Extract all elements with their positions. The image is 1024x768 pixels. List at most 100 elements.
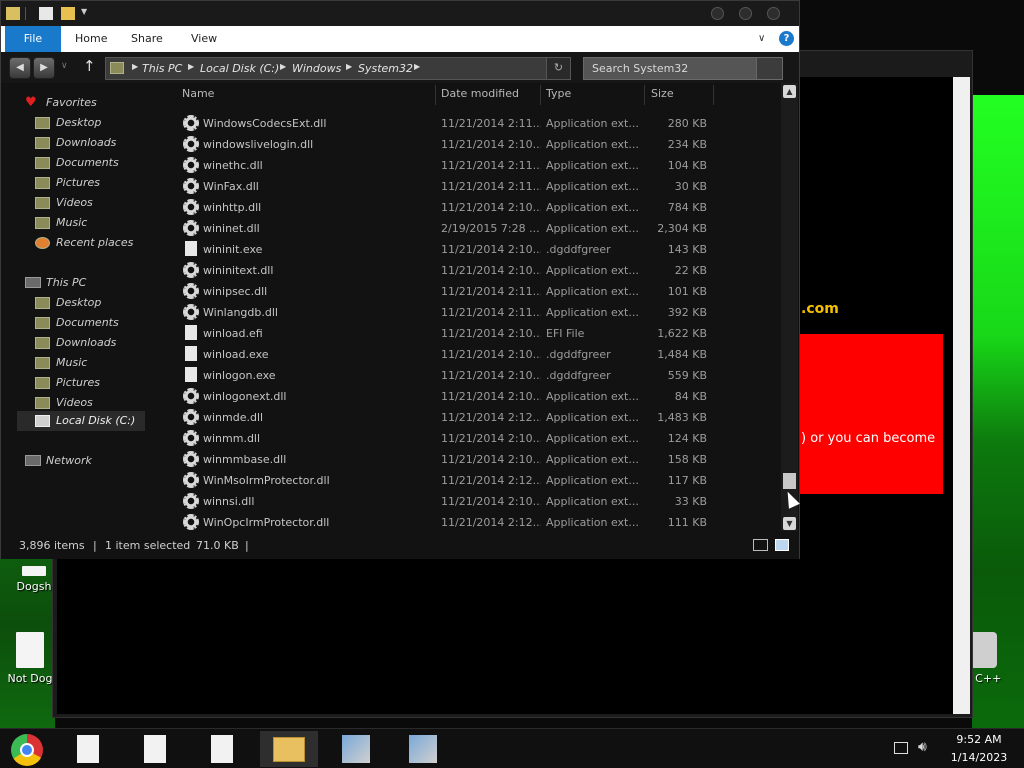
tab-share[interactable]: Share <box>121 26 173 52</box>
column-header-size[interactable]: Size <box>651 87 674 100</box>
table-row[interactable]: wininitext.dll 11/21/2014 2:10... Applicat… <box>173 260 781 281</box>
column-divider[interactable] <box>435 85 436 105</box>
chevron-down-icon[interactable]: ∨ <box>758 33 765 44</box>
forward-button[interactable]: ▶ <box>33 57 55 79</box>
desktop-icon-not-dog[interactable]: Not Dog <box>4 632 56 685</box>
file-explorer-window[interactable]: ▼ File Home Share View ∨ ? ◀ ▶ ∨ ↑ ▶ Thi… <box>0 0 800 559</box>
taskbar-document-1[interactable] <box>58 731 116 767</box>
column-header-name[interactable]: Name <box>182 87 214 100</box>
up-arrow-icon[interactable]: ↑ <box>83 57 96 75</box>
breadcrumb-arrow-icon[interactable]: ▶ <box>280 62 286 71</box>
computer-icon <box>25 277 41 288</box>
table-row[interactable]: WinMsoIrmProtector.dll 11/21/2014 2:12...… <box>173 470 781 491</box>
breadcrumb-arrow-icon[interactable]: ▶ <box>346 62 352 71</box>
chevron-down-icon[interactable]: ▼ <box>81 7 91 20</box>
volume-icon[interactable]: 🔊︎ <box>918 739 927 755</box>
tab-home[interactable]: Home <box>65 26 117 52</box>
network-tray-icon[interactable] <box>894 742 908 754</box>
breadcrumb-arrow-icon[interactable]: ▶ <box>188 62 194 71</box>
file-type: .dgddfgreer <box>546 243 611 256</box>
breadcrumb-windows[interactable]: Windows <box>292 62 341 75</box>
table-row[interactable]: winnsi.dll 11/21/2014 2:10... Application … <box>173 491 781 512</box>
scroll-up-button[interactable]: ▲ <box>783 85 796 98</box>
table-row[interactable]: windowslivelogin.dll 11/21/2014 2:10... Ap… <box>173 134 781 155</box>
help-icon[interactable]: ? <box>779 31 794 46</box>
file-name: winipsec.dll <box>203 285 268 298</box>
gear-icon <box>183 304 199 320</box>
table-row[interactable]: winethc.dll 11/21/2014 2:11... Application… <box>173 155 781 176</box>
file-name: wininet.dll <box>203 222 260 235</box>
table-row[interactable]: winload.exe 11/21/2014 2:10... .dgddfgreer… <box>173 344 781 365</box>
table-row[interactable]: wininet.dll 2/19/2015 7:28 ... Application… <box>173 218 781 239</box>
table-row[interactable]: winlogonext.dll 11/21/2014 2:10... Applica… <box>173 386 781 407</box>
file-type: EFI File <box>546 327 585 340</box>
taskbar-document-2[interactable] <box>125 731 183 767</box>
taskbar-chrome[interactable] <box>0 731 58 767</box>
page-icon <box>185 325 197 340</box>
file-list-scrollbar[interactable]: ▲ ▼ <box>781 83 798 531</box>
table-row[interactable]: WinFax.dll 11/21/2014 2:11... Application … <box>173 176 781 197</box>
table-row[interactable]: winmde.dll 11/21/2014 2:12... Application … <box>173 407 781 428</box>
table-row[interactable]: winlogon.exe 11/21/2014 2:10... .dgddfgree… <box>173 365 781 386</box>
details-view-icon[interactable] <box>753 539 768 551</box>
gear-icon <box>183 388 199 404</box>
table-row[interactable]: winipsec.dll 11/21/2014 2:11... Applicatio… <box>173 281 781 302</box>
breadcrumb-arrow-icon[interactable]: ▶ <box>414 62 420 71</box>
table-row[interactable]: winhttp.dll 11/21/2014 2:10... Application… <box>173 197 781 218</box>
table-row[interactable]: Winlangdb.dll 11/21/2014 2:11... Applicati… <box>173 302 781 323</box>
column-header-date[interactable]: Date modified <box>441 87 519 100</box>
taskbar-file-explorer[interactable] <box>260 731 318 767</box>
breadcrumb-system32[interactable]: System32 <box>358 62 413 75</box>
close-button[interactable] <box>767 7 780 20</box>
address-bar[interactable]: ▶ This PC ▶ Local Disk (C:) ▶ Windows ▶ … <box>105 57 571 80</box>
column-divider[interactable] <box>540 85 541 105</box>
search-input[interactable]: Search System32 <box>592 62 688 75</box>
search-icon[interactable] <box>756 58 782 79</box>
taskbar-installer-1[interactable] <box>326 731 384 767</box>
gear-icon <box>183 199 199 215</box>
gear-icon <box>183 514 199 530</box>
clock-date[interactable]: 1/14/2023 <box>948 751 1010 764</box>
tab-file[interactable]: File <box>5 26 61 52</box>
table-row[interactable]: winmm.dll 11/21/2014 2:10... Application e… <box>173 428 781 449</box>
search-box[interactable]: Search System32 <box>583 57 783 80</box>
table-row[interactable]: winmmbase.dll 11/21/2014 2:10... Applicati… <box>173 449 781 470</box>
documents-icon <box>35 317 50 329</box>
gear-icon <box>183 262 199 278</box>
breadcrumb-local-disk[interactable]: Local Disk (C:) <box>200 62 279 75</box>
pictures-icon <box>35 377 50 389</box>
back-button[interactable]: ◀ <box>9 57 31 79</box>
title-bar[interactable]: ▼ <box>1 1 799 26</box>
file-size: 30 KB <box>674 180 707 193</box>
minimize-button[interactable] <box>711 7 724 20</box>
scroll-down-button[interactable]: ▼ <box>783 517 796 530</box>
column-divider[interactable] <box>713 85 714 105</box>
new-folder-icon[interactable] <box>61 7 75 20</box>
page-icon <box>183 241 199 257</box>
taskbar-document-3[interactable] <box>192 731 250 767</box>
table-row[interactable]: wininit.exe 11/21/2014 2:10... .dgddfgreer… <box>173 239 781 260</box>
nav-label: This PC <box>46 276 87 289</box>
tab-view[interactable]: View <box>181 26 227 52</box>
file-date: 11/21/2014 2:10... <box>441 243 541 256</box>
browser-scrollbar[interactable] <box>953 77 970 714</box>
table-row[interactable]: WindowsCodecsExt.dll 11/21/2014 2:11... Ap… <box>173 113 781 134</box>
banner-text: ) or you can become <box>801 431 936 446</box>
gear-icon <box>183 136 199 152</box>
large-icons-view-icon[interactable] <box>775 539 789 551</box>
breadcrumb-arrow-icon[interactable]: ▶ <box>132 62 138 71</box>
recent-locations-icon[interactable]: ∨ <box>61 61 68 71</box>
properties-icon[interactable] <box>39 7 53 20</box>
maximize-button[interactable] <box>739 7 752 20</box>
refresh-icon[interactable]: ↻ <box>546 58 570 79</box>
column-header-type[interactable]: Type <box>546 87 571 100</box>
column-divider[interactable] <box>644 85 645 105</box>
breadcrumb-this-pc[interactable]: This PC <box>142 62 182 75</box>
clock-time[interactable]: 9:52 AM <box>948 733 1010 746</box>
scroll-thumb[interactable] <box>783 473 796 489</box>
desktop-icon-dogsh[interactable]: Dogsh <box>14 566 54 593</box>
table-row[interactable]: winload.efi 11/21/2014 2:10... EFI File 1,6… <box>173 323 781 344</box>
taskbar-installer-2[interactable] <box>393 731 451 767</box>
gear-icon <box>183 388 199 404</box>
table-row[interactable]: WinOpcIrmProtector.dll 11/21/2014 2:12...… <box>173 512 781 533</box>
